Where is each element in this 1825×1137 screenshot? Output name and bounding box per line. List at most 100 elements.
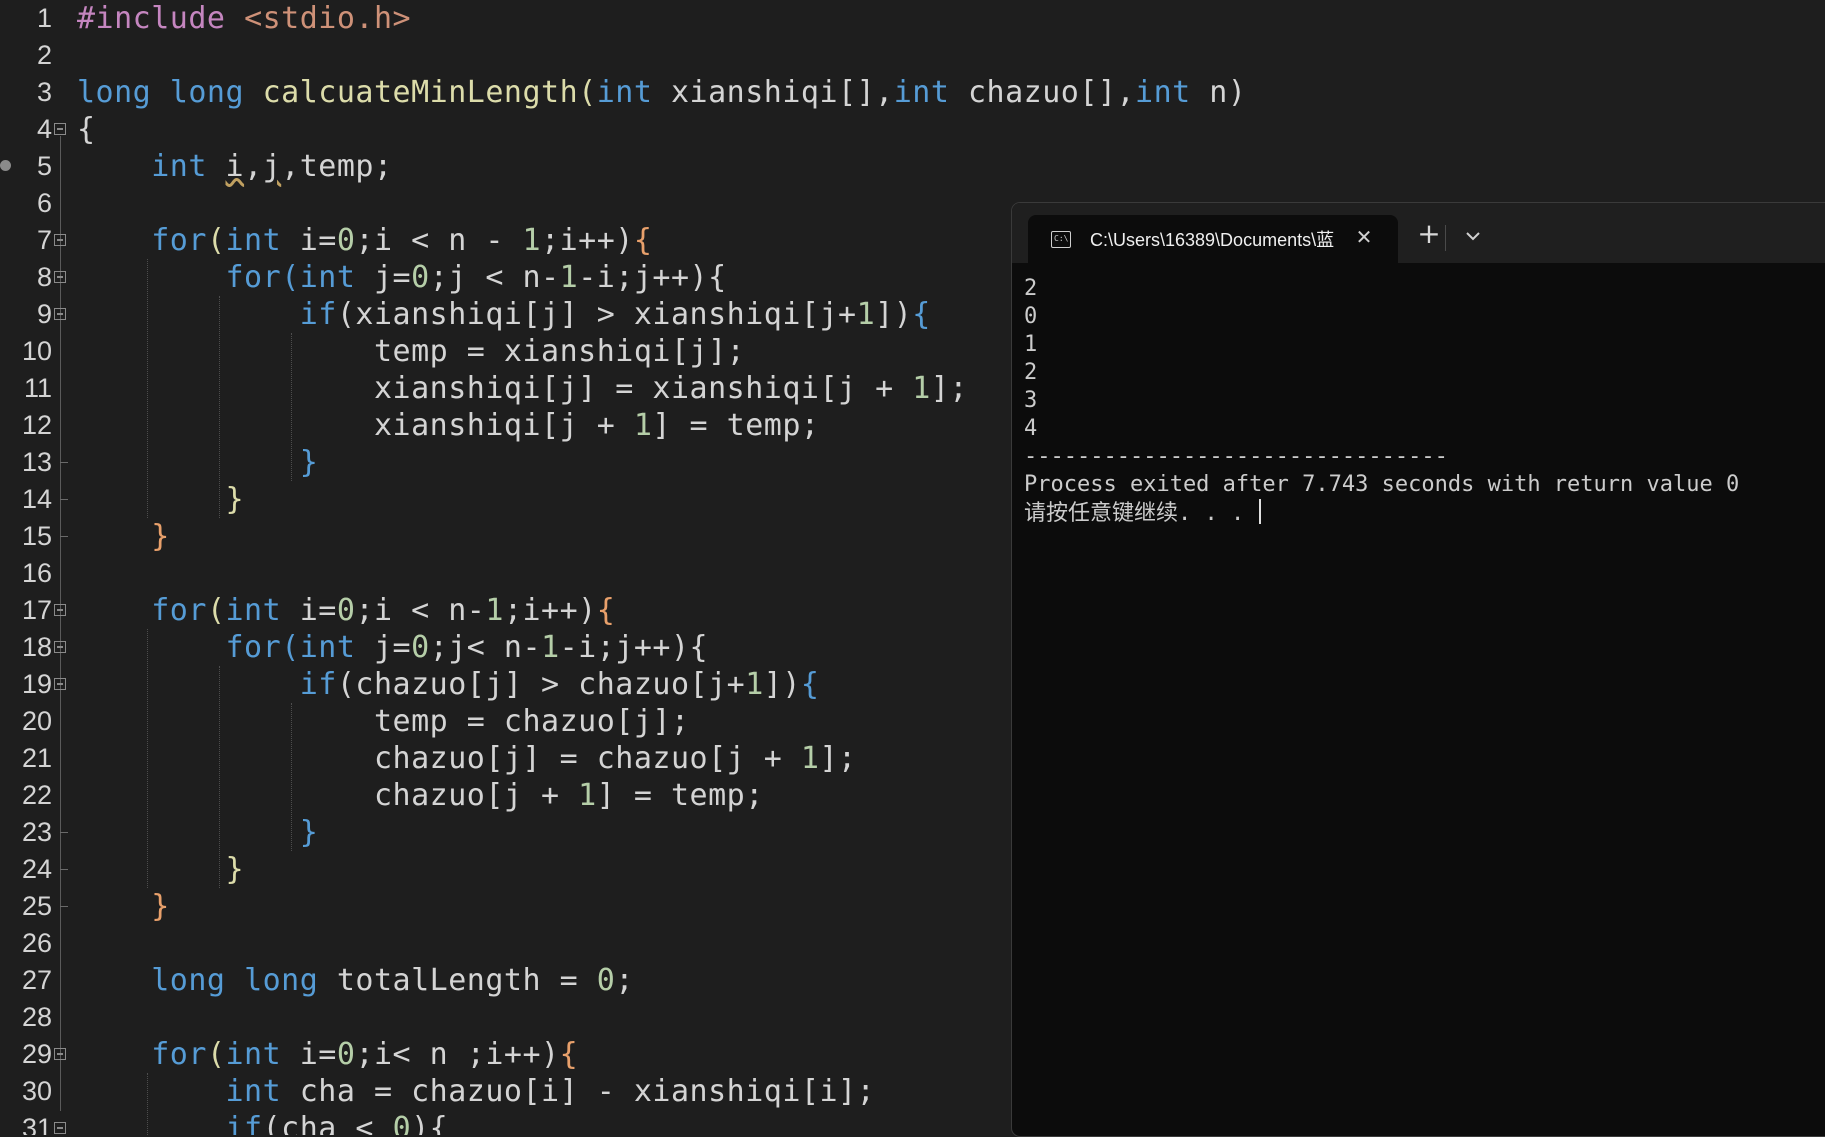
number: 1 xyxy=(522,223,542,258)
keyword: for xyxy=(151,223,207,258)
close-tab-button[interactable]: ✕ xyxy=(1350,223,1378,251)
number: 1 xyxy=(912,371,931,406)
keyword: int xyxy=(299,630,356,665)
bracket: { xyxy=(800,667,820,702)
paren: ( xyxy=(578,75,597,110)
line-number: 11 xyxy=(23,373,52,403)
code-line: for(int j=0;j< n-1-i;j++){ xyxy=(225,630,709,665)
code-line: } xyxy=(77,814,318,851)
fold-end-tick xyxy=(60,462,68,463)
code-line: if(xianshiqi[j] > xianshiqi[j+1]){ xyxy=(77,296,931,333)
line-number: 27 xyxy=(21,965,52,995)
fold-toggle-icon[interactable] xyxy=(54,308,66,320)
keyword: for xyxy=(225,260,282,295)
line-number: 23 xyxy=(21,817,52,847)
number: 0 xyxy=(336,1037,356,1072)
line-number: 20 xyxy=(21,706,52,736)
code-text: (chazuo[j] > chazuo[j+ xyxy=(336,667,746,702)
code-text: ;j < n- xyxy=(429,260,560,295)
bracket: { xyxy=(559,1037,579,1072)
line-number: 17 xyxy=(21,595,52,625)
fold-toggle-icon[interactable] xyxy=(54,1048,66,1060)
code-line: int i,j,temp; xyxy=(151,149,393,184)
console-icon: C:\ xyxy=(1051,231,1071,248)
code-line: long long calcuateMinLength(int xianshiq… xyxy=(77,74,1246,111)
code-text: (cha < xyxy=(262,1111,393,1135)
code-text: j= xyxy=(355,630,412,665)
new-tab-button[interactable]: + xyxy=(1412,219,1446,253)
output-line: 2 xyxy=(1024,276,1038,301)
code-line: for(int i=0;i< n ;i++){ xyxy=(151,1037,579,1072)
fold-toggle-icon[interactable] xyxy=(54,234,66,246)
bracket: } xyxy=(299,445,319,480)
line-number: 1 xyxy=(36,3,52,33)
console-icon-text: C:\ xyxy=(1054,234,1069,243)
bracket: } xyxy=(151,519,170,554)
number: 0 xyxy=(596,963,616,998)
terminal-tab[interactable]: C:\ C:\Users\16389\Documents\蓝 ✕ xyxy=(1028,215,1398,263)
line-number: 4 xyxy=(36,114,52,144)
number: 1 xyxy=(800,741,820,776)
keyword: long xyxy=(151,963,226,998)
breakpoint-marker[interactable] xyxy=(0,160,11,171)
code-text: ] = temp; xyxy=(652,408,820,443)
fold-toggle-icon[interactable] xyxy=(54,271,66,283)
code-line: int cha = chazuo[i] - xianshiqi[i]; xyxy=(77,1073,875,1110)
code-line: xianshiqi[j] = xianshiqi[j + 1]; xyxy=(77,370,968,407)
line-number: 13 xyxy=(21,447,52,477)
code-text: temp = chazuo[j]; xyxy=(373,704,690,739)
fold-toggle-icon[interactable] xyxy=(54,123,66,135)
number: 1 xyxy=(559,260,579,295)
number: 0 xyxy=(411,630,430,665)
fold-end-tick xyxy=(60,536,68,537)
code-text: { xyxy=(77,112,96,147)
code-text: ]) xyxy=(875,297,913,332)
keyword: long xyxy=(77,75,152,110)
fold-toggle-icon[interactable] xyxy=(54,1122,66,1134)
code-line: } xyxy=(77,888,170,925)
fold-end-tick xyxy=(60,832,68,833)
code-line: #include <stdio.h> xyxy=(77,0,411,37)
code-text: ] = temp; xyxy=(596,778,764,813)
keyword: long xyxy=(169,75,245,110)
line-number: 3 xyxy=(36,77,52,107)
line-number: 19 xyxy=(21,669,52,699)
code-text: chazuo[j + xyxy=(373,778,579,813)
code-line: chazuo[j + 1] = temp; xyxy=(77,777,764,814)
terminal-tab-title: C:\Users\16389\Documents\蓝 xyxy=(1090,230,1335,250)
code-text: xianshiqi[j] = xianshiqi[j + xyxy=(373,371,913,406)
keyword: int xyxy=(225,1037,282,1072)
code-text: ;i < n - xyxy=(355,223,523,258)
output-line: 4 xyxy=(1024,416,1038,441)
code-text: ;i < n- xyxy=(355,593,486,628)
fold-end-tick xyxy=(60,906,68,907)
line-number: 31 xyxy=(21,1113,52,1135)
terminal-window[interactable]: C:\ C:\Users\16389\Documents\蓝 ✕ + 2 0 1… xyxy=(1011,202,1825,1137)
keyword: int xyxy=(299,260,356,295)
keyword: for xyxy=(151,593,207,628)
bracket: { xyxy=(596,593,616,628)
code-text: ; xyxy=(615,963,634,998)
keyword: long xyxy=(244,963,319,998)
line-number: 12 xyxy=(21,410,52,440)
line-number-gutter: 1 2 3 4 5 6 7 8 9 10 11 12 13 14 15 16 1… xyxy=(0,0,72,1135)
bracket: { xyxy=(633,223,653,258)
keyword: int xyxy=(225,593,282,628)
line-number: 29 xyxy=(21,1039,52,1069)
keyword: for xyxy=(151,1037,207,1072)
fold-toggle-icon[interactable] xyxy=(54,641,66,653)
code-line: for(int j=0;j < n-1-i;j++){ xyxy=(225,260,727,295)
fold-toggle-icon[interactable] xyxy=(54,678,66,690)
terminal-output[interactable]: 2 0 1 2 3 4 ----------------------------… xyxy=(1024,275,1825,527)
code-text: -i;j++){ xyxy=(559,630,709,665)
code-text: xianshiqi[], xyxy=(652,75,894,110)
chevron-down-icon[interactable] xyxy=(1458,221,1488,251)
code-text: i= xyxy=(281,1037,337,1072)
code-line: } xyxy=(77,444,318,481)
fold-end-tick xyxy=(60,499,68,500)
code-line: temp = xianshiqi[j]; xyxy=(77,333,745,370)
terminal-tab-bar: C:\ C:\Users\16389\Documents\蓝 ✕ + xyxy=(1012,203,1825,263)
fold-toggle-icon[interactable] xyxy=(54,604,66,616)
line-number: 26 xyxy=(21,928,52,958)
bracket: { xyxy=(912,297,931,332)
